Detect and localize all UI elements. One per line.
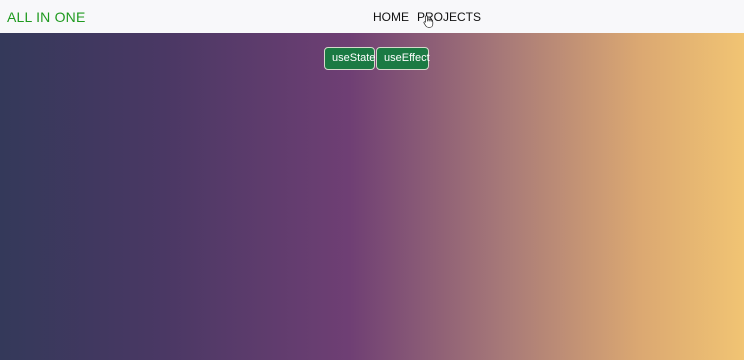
nav-projects-link[interactable]: PROJECTS [417, 10, 481, 24]
nav-home-link[interactable]: HOME [373, 10, 409, 24]
nav-links: HOME PROJECTS [373, 10, 481, 24]
main-gradient-area: useState useEffect [0, 33, 744, 360]
hook-button-group: useState useEffect [324, 47, 430, 70]
brand-link[interactable]: ALL IN ONE [7, 9, 86, 25]
usestate-button[interactable]: useState [324, 47, 375, 70]
navbar: ALL IN ONE HOME PROJECTS [0, 0, 744, 33]
useeffect-button[interactable]: useEffect [376, 47, 430, 70]
